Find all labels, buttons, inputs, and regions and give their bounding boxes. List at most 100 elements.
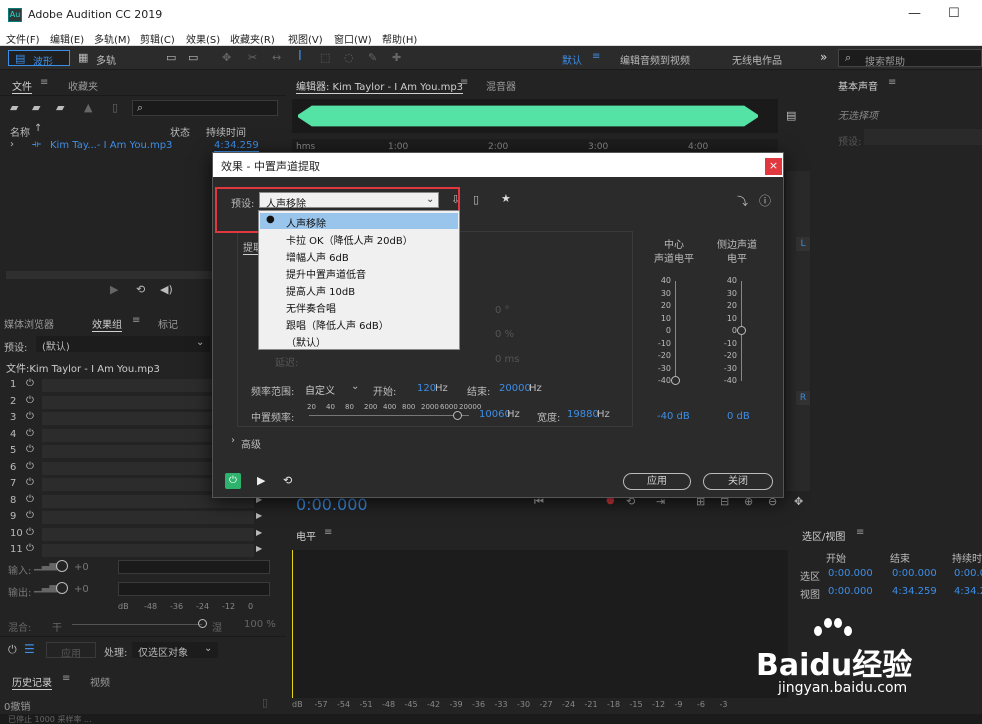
meter-handle[interactable] [671,376,680,385]
freq-range-dropdown[interactable]: 自定义 ⌄ [303,380,363,397]
selection-duration[interactable]: 0:00.0 [954,568,982,579]
power-toggle-icon[interactable]: ⏻ [225,473,241,489]
column-duration[interactable]: 持续时间 [206,124,246,139]
info-icon[interactable]: ⓘ [759,192,771,209]
menu-window[interactable]: 窗口(W) [334,31,372,46]
panel-menu-icon[interactable]: ≡ [40,77,48,88]
effect-slot[interactable]: 9 ⏻ ▶ [0,510,270,525]
power-icon[interactable]: ⏻ [26,494,34,505]
play-preview-icon[interactable]: ▶ [110,283,118,296]
tab-favorites[interactable]: 收藏夹 [68,78,98,93]
power-icon[interactable]: ⏻ [26,444,34,455]
mix-slider[interactable] [72,624,202,625]
effects-apply-button[interactable]: 应用 [46,642,96,660]
insert-icon[interactable]: ▲ [84,101,92,114]
channel-left-toggle[interactable]: L [796,237,810,251]
delete-icon[interactable]: ▯ [112,101,118,114]
menu-edit[interactable]: 编辑(E) [50,31,84,46]
apply-button[interactable]: 应用 [623,473,691,490]
menu-view[interactable]: 视图(V) [288,31,323,46]
menu-help[interactable]: 帮助(H) [382,31,417,46]
preview-loop-icon[interactable]: ⟲ [283,474,292,487]
advanced-chevron-icon[interactable]: › [231,435,235,446]
minimize-button[interactable]: — [908,6,921,21]
close-button[interactable]: 关闭 [703,473,773,490]
favorite-star-icon[interactable]: ★ [501,192,511,205]
zoom-overview-icon[interactable]: ▤ [786,109,796,122]
center-freq-slider[interactable]: 20 40 80 200 400 800 2000 6000 20000 [307,403,481,423]
process-dropdown[interactable]: 仅选区对象 ⌄ [132,642,218,659]
dialog-close-button[interactable]: × [765,158,782,175]
effects-preset-dropdown[interactable]: (默认) ⌄ [36,336,210,353]
power-icon[interactable]: ⏻ [26,543,34,554]
tab-markers[interactable]: 标记 [158,316,178,331]
brush-tool-icon[interactable]: ✎ [368,51,377,64]
tab-editor[interactable]: 编辑器: Kim Taylor - I Am You.mp3 [296,78,464,94]
waveform-mode-button[interactable]: ▤ 波形 [8,50,70,68]
tab-history[interactable]: 历史记录 [12,674,52,690]
tab-video[interactable]: 视频 [90,674,110,689]
meter-handle[interactable] [737,326,746,335]
slot-arrow-icon[interactable]: ▶ [256,544,262,553]
panel-menu-icon[interactable]: ≡ [460,77,468,88]
power-icon[interactable]: ⏻ [26,527,34,538]
panel-menu-icon[interactable]: ≡ [856,527,864,538]
slot-arrow-icon[interactable]: ▶ [256,528,262,537]
effect-slot-field[interactable] [42,544,254,557]
effect-slot[interactable]: 10 ⏻ ▶ [0,527,270,542]
delete-preset-icon[interactable]: ▯ [473,193,479,206]
selection-end[interactable]: 0:00.000 [892,568,937,579]
panel-menu-icon[interactable]: ≡ [324,527,332,538]
preset-option[interactable]: （默认） [260,332,458,349]
channel-right-toggle[interactable]: R [796,391,810,405]
preset-option[interactable]: 跟唱（降低人声 6dB） [260,315,458,332]
power-icon[interactable]: ⏻ [26,510,34,521]
power-icon[interactable]: ⏻ [26,378,34,389]
workspace-radio[interactable]: 无线电作品 [732,52,782,67]
menu-file[interactable]: 文件(F) [6,31,40,46]
preview-play-icon[interactable]: ▶ [257,474,265,487]
power-icon[interactable]: ⏻ [26,461,34,472]
lasso-tool-icon[interactable]: ◌ [344,51,354,64]
workspace-menu-icon[interactable]: ≡ [592,51,600,62]
end-value[interactable]: 20000 [499,383,531,394]
power-icon[interactable]: ⏻ [26,411,34,422]
side-level-meter[interactable]: 40 30 20 10 0 -10 -20 -30 -40 [719,276,759,391]
center-level-meter[interactable]: 40 30 20 10 0 -10 -20 -30 -40 [653,276,693,391]
spectral-pitch-icon[interactable]: ▭ [188,51,198,64]
essential-preset-dropdown[interactable] [864,129,982,145]
effect-slot-field[interactable] [42,511,254,524]
move-tool-icon[interactable]: ✥ [222,51,231,64]
tab-mixer[interactable]: 混音器 [486,78,516,93]
multitrack-mode-button[interactable]: ▦ 多轨 [76,50,136,67]
slip-tool-icon[interactable]: ↔ [272,51,281,64]
trash-icon[interactable]: ▯ [262,696,268,709]
column-status[interactable]: 状态 [170,124,190,139]
workspace-edit-to-video[interactable]: 编辑音频到视频 [620,52,690,67]
menu-multitrack[interactable]: 多轨(M) [94,31,130,46]
freq-slider-handle[interactable] [453,411,462,420]
razor-tool-icon[interactable]: ✂ [248,51,257,64]
slot-arrow-icon[interactable]: ▶ [256,511,262,520]
width-value[interactable]: 19880 [567,409,599,420]
tab-media-browser[interactable]: 媒体浏览器 [4,316,54,331]
tab-effects-rack[interactable]: 效果组 [92,316,122,332]
list-view-icon[interactable]: ☰ [24,642,35,656]
help-search-input[interactable]: ⌕ 搜索帮助 [838,49,982,68]
spectral-frequency-icon[interactable]: ▭ [166,51,176,64]
panel-menu-icon[interactable]: ≡ [888,77,896,88]
power-icon[interactable]: ⏻ [26,395,34,406]
workspaces-more-icon[interactable]: » [820,50,827,64]
menu-clip[interactable]: 剪辑(C) [140,31,175,46]
view-start[interactable]: 0:00.000 [828,586,873,597]
selection-start[interactable]: 0:00.000 [828,568,873,579]
power-icon[interactable]: ⏻ [8,643,17,657]
expand-chevron-icon[interactable]: › [10,139,14,150]
marquee-tool-icon[interactable]: ⬚ [320,51,330,64]
input-knob[interactable] [56,560,68,572]
center-level-readout[interactable]: -40 dB [657,411,690,422]
routing-icon[interactable]: ⤵ [737,193,748,209]
menu-favorites[interactable]: 收藏夹(R) [230,31,275,46]
side-level-readout[interactable]: 0 dB [727,411,750,422]
workspace-default[interactable]: 默认 [562,52,582,67]
